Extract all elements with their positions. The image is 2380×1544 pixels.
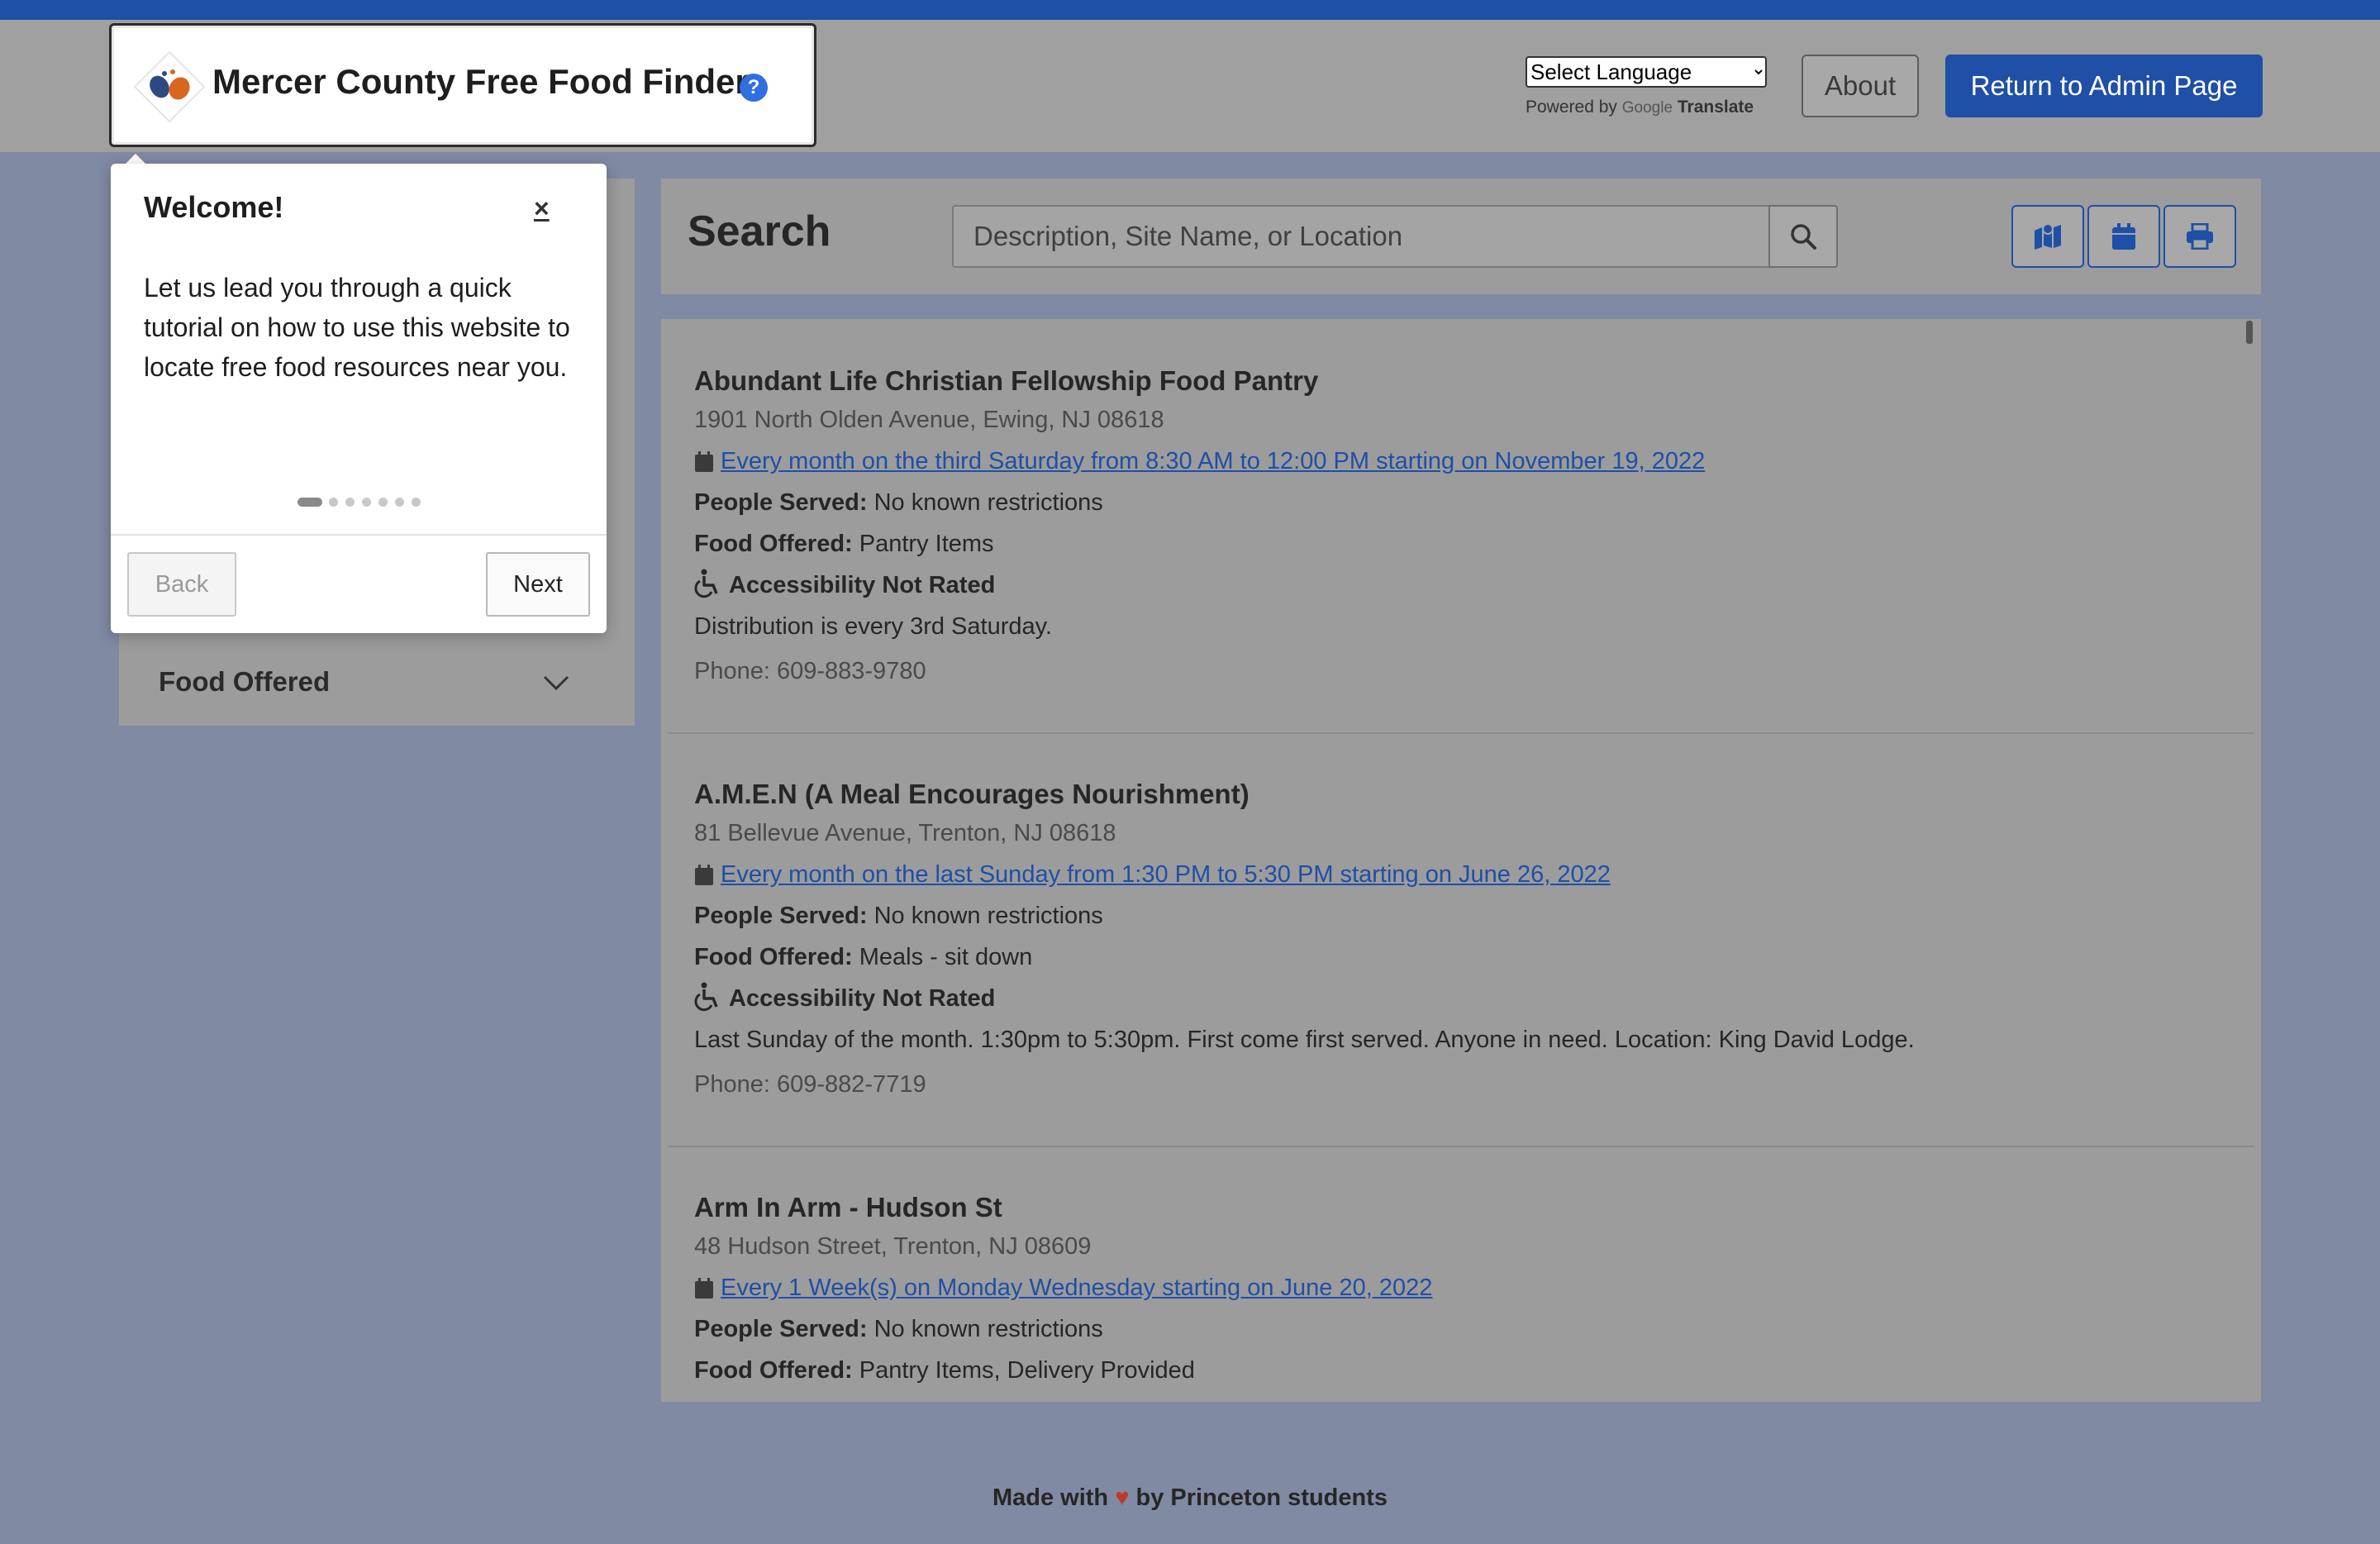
- print-button[interactable]: [2163, 205, 2236, 268]
- food-offered: Food Offered: Pantry Items: [694, 531, 994, 558]
- footer-made-with: Made with: [992, 1484, 1109, 1511]
- tour-step-dot: [329, 498, 338, 507]
- divider: [111, 534, 607, 536]
- tour-title: Welcome!: [144, 190, 284, 224]
- site-address: 81 Bellevue Avenue, Trenton, NJ 08618: [694, 820, 1116, 846]
- calendar-icon: [695, 1278, 713, 1299]
- food-offered: Food Offered: Pantry Items, Delivery Pro…: [694, 1357, 1195, 1384]
- schedule-link[interactable]: Every month on the last Sunday from 1:30…: [721, 861, 1611, 889]
- google-logo-text: Google: [1621, 99, 1673, 117]
- schedule-link[interactable]: Every month on the third Saturday from 8…: [721, 448, 1705, 475]
- wheelchair-icon: [694, 569, 718, 598]
- translate-text: Translate: [1677, 98, 1754, 117]
- divider: [668, 732, 2254, 734]
- search-title: Search: [688, 207, 831, 255]
- results-scrollbar[interactable]: [2246, 321, 2253, 344]
- food-offered-value: Pantry Items, Delivery Provided: [859, 1357, 1195, 1384]
- site-name[interactable]: Abundant Life Christian Fellowship Food …: [694, 365, 1318, 397]
- chevron-down-icon[interactable]: [542, 668, 570, 696]
- site-name[interactable]: A.M.E.N (A Meal Encourages Nourishment): [694, 779, 1250, 810]
- tour-next-button[interactable]: Next: [486, 552, 590, 617]
- people-served-label: People Served:: [694, 489, 868, 516]
- filter-food-offered[interactable]: Food Offered: [159, 666, 330, 698]
- site-description: Distribution is every 3rd Saturday.: [694, 613, 1053, 640]
- tour-step-dot: [298, 498, 322, 507]
- return-to-admin-button[interactable]: Return to Admin Page: [1945, 55, 2263, 117]
- people-served-value: No known restrictions: [873, 903, 1103, 929]
- logo-icon: [133, 50, 206, 123]
- help-icon[interactable]: ?: [740, 74, 768, 102]
- food-offered: Food Offered: Meals - sit down: [694, 944, 1032, 971]
- tour-body: Let us lead you through a quick tutorial…: [144, 273, 570, 382]
- site-name[interactable]: Arm In Arm - Hudson St: [694, 1192, 1002, 1223]
- food-offered-label: Food Offered:: [694, 1357, 853, 1384]
- site-description: Last Sunday of the month. 1:30pm to 5:30…: [694, 1027, 1915, 1053]
- calendar-icon: [695, 451, 713, 472]
- app-brand[interactable]: Mercer County Free Food Finder ?: [109, 23, 816, 147]
- heart-icon: ♥: [1115, 1484, 1130, 1511]
- food-offered-label: Food Offered:: [694, 531, 853, 557]
- footer-by: by Princeton students: [1135, 1484, 1388, 1511]
- food-offered-label: Food Offered:: [694, 944, 853, 970]
- top-accent-bar: [0, 0, 2380, 20]
- people-served: People Served: No known restrictions: [694, 1316, 1103, 1343]
- food-offered-value: Meals - sit down: [859, 944, 1033, 970]
- footer-credit: Made with ♥ by Princeton students: [0, 1484, 2380, 1512]
- people-served: People Served: No known restrictions: [694, 903, 1103, 930]
- search-button[interactable]: [1768, 205, 1838, 268]
- tour-step-dot: [395, 498, 404, 507]
- app-title: Mercer County Free Food Finder: [212, 62, 749, 101]
- tour-step-dot: [362, 498, 371, 507]
- tour-back-button[interactable]: Back: [127, 552, 236, 617]
- accessibility-status: Accessibility Not Rated: [729, 985, 996, 1012]
- people-served: People Served: No known restrictions: [694, 489, 1103, 517]
- search-input[interactable]: [952, 205, 1770, 268]
- people-served-value: No known restrictions: [873, 489, 1103, 516]
- people-served-label: People Served:: [694, 1316, 868, 1342]
- about-button[interactable]: About: [1802, 55, 1919, 117]
- divider: [668, 1146, 2254, 1147]
- close-icon[interactable]: ×: [534, 193, 550, 224]
- map-view-button[interactable]: [2011, 205, 2084, 268]
- wheelchair-icon: [694, 982, 718, 1012]
- site-address: 1901 North Olden Avenue, Ewing, NJ 08618: [694, 407, 1164, 433]
- people-served-value: No known restrictions: [873, 1316, 1103, 1342]
- language-select[interactable]: Select Language: [1526, 56, 1767, 88]
- tour-step-dot: [378, 498, 388, 507]
- site-phone: Phone: 609-882-7719: [694, 1071, 926, 1098]
- powered-by-text: Powered by: [1526, 98, 1617, 117]
- accessibility-status: Accessibility Not Rated: [729, 572, 996, 598]
- print-icon: [2187, 223, 2213, 250]
- tutorial-popover: Welcome! × Let us lead you through a qui…: [111, 164, 607, 633]
- google-translate-credit: Powered by Google Translate: [1526, 98, 1754, 117]
- food-offered-value: Pantry Items: [859, 531, 994, 557]
- site-address: 48 Hudson Street, Trenton, NJ 08609: [694, 1233, 1092, 1260]
- calendar-icon: [695, 865, 713, 885]
- people-served-label: People Served:: [694, 903, 868, 929]
- map-icon: [2035, 223, 2061, 250]
- search-icon: [1791, 224, 1816, 250]
- tour-step-dot: [412, 498, 421, 507]
- tour-step-dot: [345, 498, 355, 507]
- calendar-view-button[interactable]: [2087, 205, 2160, 268]
- site-phone: Phone: 609-883-9780: [694, 658, 926, 684]
- results-list[interactable]: Abundant Life Christian Fellowship Food …: [661, 319, 2261, 1402]
- calendar-icon: [2112, 223, 2135, 250]
- schedule-link[interactable]: Every 1 Week(s) on Monday Wednesday star…: [721, 1275, 1432, 1302]
